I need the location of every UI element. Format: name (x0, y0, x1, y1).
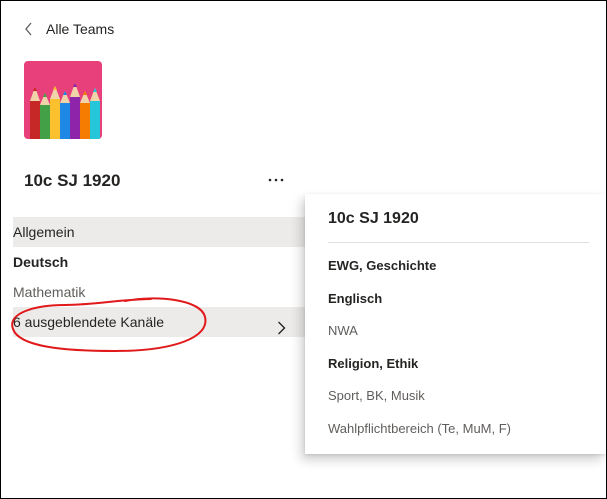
hidden-channels-flyout: 10c SJ 1920 EWG, Geschichte Englisch NWA… (305, 194, 606, 454)
team-avatar[interactable] (24, 61, 102, 139)
channel-label: Deutsch (13, 254, 69, 270)
hidden-channel-list: EWG, Geschichte Englisch NWA Religion, E… (328, 250, 598, 445)
more-options-button[interactable] (263, 165, 289, 191)
back-label: Alle Teams (46, 21, 115, 37)
hidden-channel-item[interactable]: Wahlpflichtbereich (Te, MuM, F) (328, 413, 598, 446)
channel-item-mathematik[interactable]: Mathematik (13, 277, 306, 307)
team-pane: Alle Teams 10c SJ 1920 Allgemein Deutsch… (1, 1, 306, 498)
back-to-all-teams-link[interactable]: Alle Teams (24, 21, 114, 37)
hidden-channel-item[interactable]: Religion, Ethik (328, 348, 598, 381)
channel-item-allgemein[interactable]: Allgemein (13, 217, 306, 247)
team-name: 10c SJ 1920 (24, 171, 121, 190)
hidden-channel-item[interactable]: NWA (328, 315, 598, 348)
channel-label: Mathematik (13, 284, 86, 300)
channel-item-deutsch[interactable]: Deutsch (13, 247, 306, 277)
chevron-right-icon (277, 315, 286, 345)
channel-list: Allgemein Deutsch Mathematik 6 ausgeblen… (13, 217, 306, 337)
hidden-channel-item[interactable]: Englisch (328, 283, 598, 316)
hidden-channel-item[interactable]: Sport, BK, Musik (328, 380, 598, 413)
pencils-image (24, 61, 102, 139)
channel-label: Allgemein (13, 224, 75, 240)
hidden-channels-item[interactable]: 6 ausgeblendete Kanäle (13, 307, 306, 337)
hidden-channels-label: 6 ausgeblendete Kanäle (13, 314, 165, 330)
chevron-left-icon (24, 22, 34, 36)
app-frame: Alle Teams 10c SJ 1920 Allgemein Deutsch… (0, 0, 607, 499)
divider (328, 242, 589, 243)
more-horizontal-icon (268, 169, 284, 187)
hidden-channel-item[interactable]: EWG, Geschichte (328, 250, 598, 283)
flyout-title: 10c SJ 1920 (328, 210, 419, 227)
